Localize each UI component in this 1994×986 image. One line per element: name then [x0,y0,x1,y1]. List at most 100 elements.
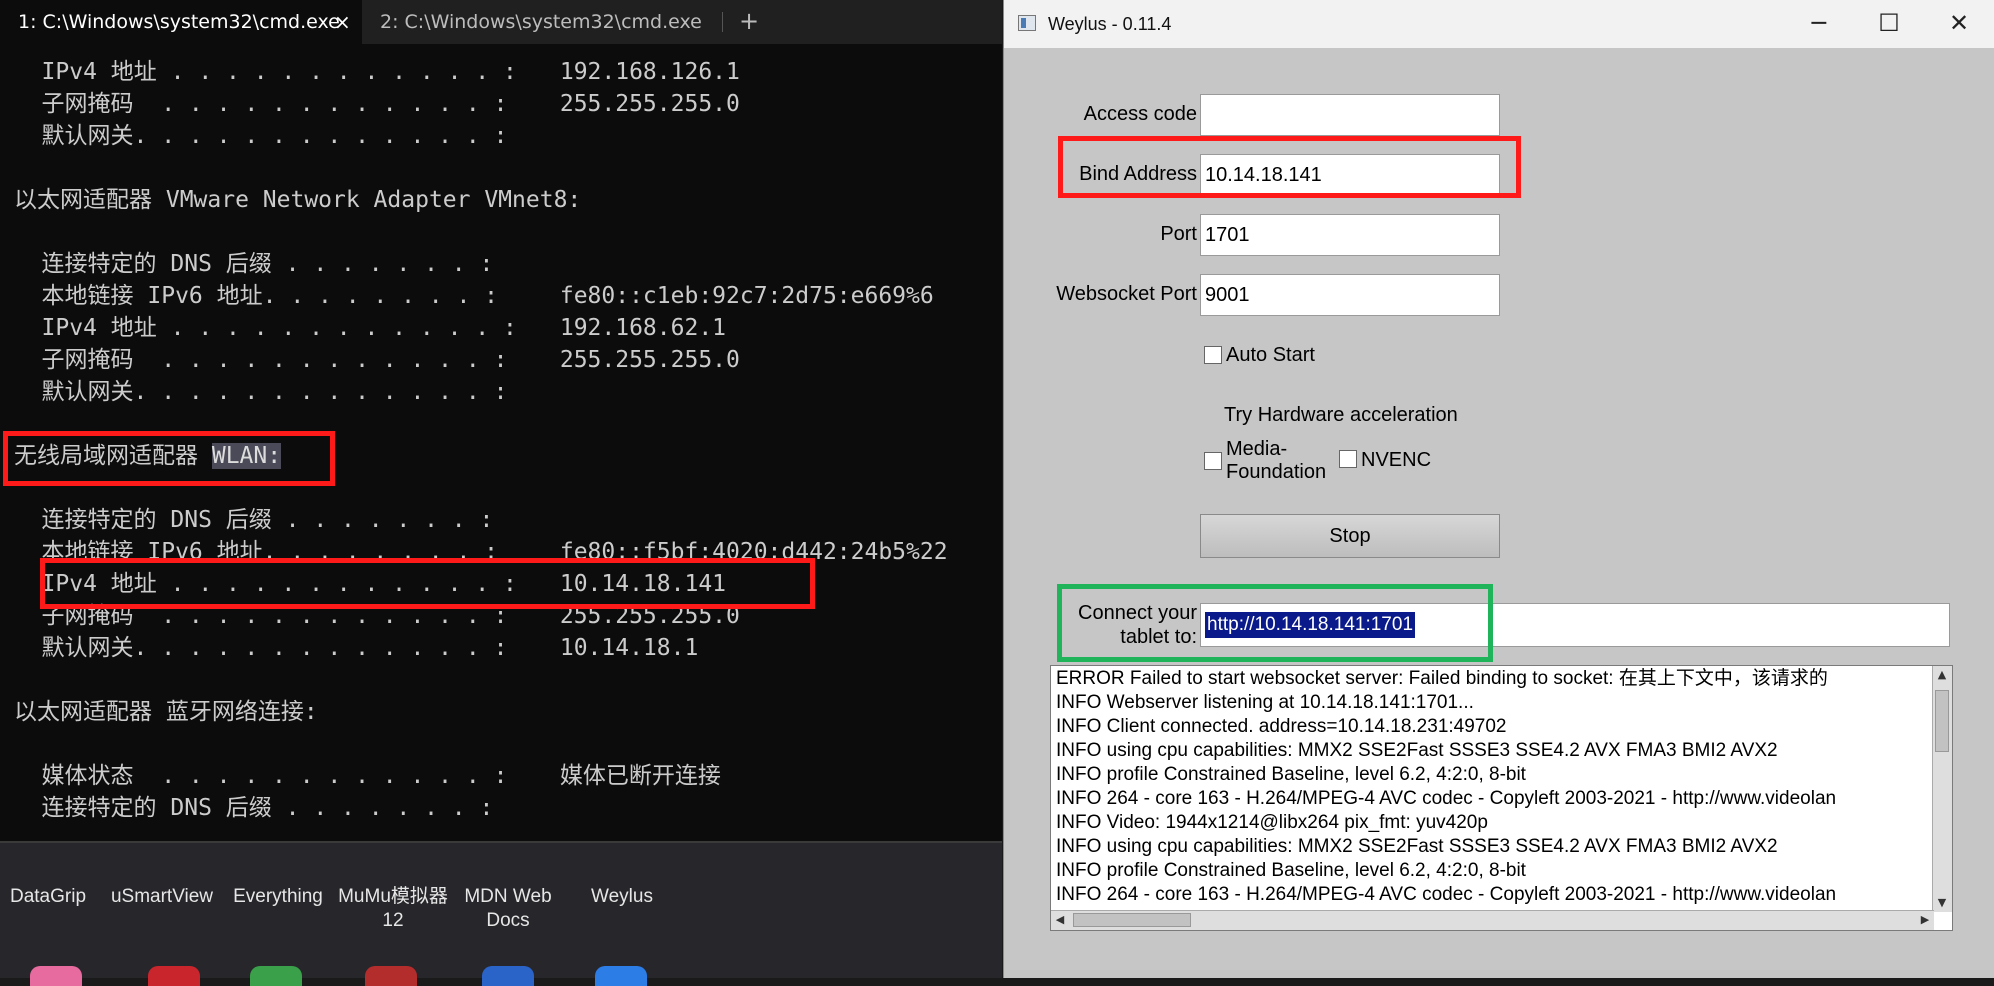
log-line: INFO using cpu capabilities: MMX2 SSE2Fa… [1056,740,1778,761]
scroll-right-icon[interactable]: ▶ [1916,911,1934,929]
media-foundation-checkbox[interactable] [1204,452,1222,470]
auto-start-checkbox[interactable] [1204,346,1222,364]
log-line: INFO using cpu capabilities: MMX2 SSE2Fa… [1056,836,1778,857]
hw-accel-title: Try Hardware acceleration [1224,404,1458,426]
terminal-field-value: 255.255.255.0 [546,347,740,373]
terminal-field-value: 媒体已断开连接 [546,763,721,789]
log-line: INFO profile Constrained Baseline, level… [1056,860,1526,881]
terminal-line: 媒体状态 . . . . . . . . . . . . : 媒体已断开连接 [0,760,721,792]
log-line: INFO 264 - core 163 - H.264/MPEG-4 AVC c… [1056,884,1837,905]
terminal-field-label: IPv4 地址 . . . . . . . . . . . . : [0,59,517,85]
terminal-heading: 以太网适配器 蓝牙网络连接: [14,699,318,725]
terminal-line: 默认网关. . . . . . . . . . . . . : [0,120,546,152]
terminal-field-value: fe80::c1eb:92c7:2d75:e669%6 [546,283,934,309]
tab-close-icon[interactable]: × [334,0,351,44]
terminal-field-value: 255.255.255.0 [546,91,740,117]
terminal-field-label: 子网掩码 . . . . . . . . . . . . : [0,347,508,373]
terminal-line: 以太网适配器 蓝牙网络连接: [0,696,318,728]
port-label: Port [1160,223,1197,245]
terminal-line: 子网掩码 . . . . . . . . . . . . : 255.255.2… [0,344,740,376]
log-line: ERROR Failed to start websocket server: … [1056,668,1828,689]
nvenc-label: NVENC [1361,449,1432,471]
stop-button[interactable]: Stop [1200,514,1500,558]
terminal-field-label: 连接特定的 DNS 后缀 . . . . . . . : [0,251,494,277]
log-lines: ERROR Failed to start websocket server: … [1056,667,1926,907]
terminal-window: 1: C:\Windows\system32\cmd.exe × 2: C:\W… [0,0,1002,843]
access-code-label: Access code [1083,103,1197,125]
terminal-line: 连接特定的 DNS 后缀 . . . . . . . : [0,792,546,824]
websocket-port-label: Websocket Port [1056,283,1197,305]
terminal-line: 默认网关. . . . . . . . . . . . . : [0,376,546,408]
terminal-field-label: 默认网关. . . . . . . . . . . . . : [0,123,508,149]
tab-1-label: 1: C:\Windows\system32\cmd.exe [18,11,340,33]
shortcut-usmartview[interactable]: uSmartView [107,885,217,909]
window-title: Weylus - 0.11.4 [1048,14,1172,34]
terminal-field-label: 连接特定的 DNS 后缀 . . . . . . . : [0,507,494,533]
terminal-field-label: 本地链接 IPv6 地址. . . . . . . . : [0,283,499,309]
terminal-tab-1[interactable]: 1: C:\Windows\system32\cmd.exe × [0,0,362,44]
app-icon [1018,15,1036,31]
auto-start-label: Auto Start [1226,344,1315,366]
annotation-box-bind-address [1058,136,1521,198]
log-vertical-scrollbar[interactable]: ▲ ▼ [1932,666,1952,912]
websocket-port-input[interactable]: 9001 [1200,274,1500,316]
maximize-icon[interactable]: ☐ [1854,0,1924,48]
terminal-tab-bar: 1: C:\Windows\system32\cmd.exe × 2: C:\W… [0,0,1002,44]
terminal-line: 本地链接 IPv6 地址. . . . . . . . : fe80::c1eb… [0,280,934,312]
terminal-line: 以太网适配器 VMware Network Adapter VMnet8: [0,184,581,216]
media-foundation-label-1: Media- [1226,438,1288,460]
taskbar-app-icon[interactable] [148,966,200,986]
taskbar-app-icon[interactable] [365,966,417,986]
log-line: INFO Webserver listening at 10.14.18.141… [1056,692,1474,713]
log-line: INFO Client connected. address=10.14.18.… [1056,716,1507,737]
terminal-line: 默认网关. . . . . . . . . . . . . : 10.14.18… [0,632,699,664]
log-line: INFO profile Constrained Baseline, level… [1056,764,1526,785]
port-input[interactable]: 1701 [1200,214,1500,256]
terminal-tab-2[interactable]: 2: C:\Windows\system32\cmd.exe [362,0,722,44]
shortcut-mdn-web-docs[interactable]: MDN Web Docs [453,885,563,933]
terminal-field-value: 192.168.126.1 [546,59,740,85]
terminal-line: 子网掩码 . . . . . . . . . . . . : 255.255.2… [0,88,740,120]
taskbar-app-icon[interactable] [595,966,647,986]
scroll-left-icon[interactable]: ◀ [1051,911,1069,929]
access-code-input[interactable] [1200,94,1500,136]
tab-2-label: 2: C:\Windows\system32\cmd.exe [380,11,702,33]
annotation-box-connect-url [1057,584,1493,662]
terminal-field-label: 媒体状态 . . . . . . . . . . . . : [0,763,508,789]
log-horizontal-scroll-thumb[interactable] [1073,913,1191,927]
new-tab-icon[interactable]: + [734,0,764,44]
terminal-field-label: 默认网关. . . . . . . . . . . . . : [0,379,508,405]
shortcut-mumu[interactable]: MuMu模拟器12 [338,885,448,933]
terminal-field-label: 默认网关. . . . . . . . . . . . . : [0,635,508,661]
terminal-line: 连接特定的 DNS 后缀 . . . . . . . : [0,248,546,280]
shortcut-datagrip[interactable]: DataGrip [0,885,103,909]
weylus-window: Weylus - 0.11.4 ─ ☐ ✕ Access code Bind A… [1003,0,1994,978]
terminal-field-label: IPv4 地址 . . . . . . . . . . . . : [0,315,517,341]
minimize-icon[interactable]: ─ [1784,0,1854,48]
taskbar-app-icon[interactable] [482,966,534,986]
log-horizontal-scrollbar[interactable]: ◀ ▶ [1051,910,1934,930]
log-vertical-scroll-thumb[interactable] [1935,690,1949,752]
taskbar-app-icon[interactable] [30,966,82,986]
terminal-field-value: 192.168.62.1 [546,315,727,341]
media-foundation-label-2: Foundation [1226,461,1327,483]
log-line: INFO 264 - core 163 - H.264/MPEG-4 AVC c… [1056,788,1837,809]
terminal-heading: 以太网适配器 VMware Network Adapter VMnet8: [14,187,582,213]
terminal-line: 连接特定的 DNS 后缀 . . . . . . . : [0,504,546,536]
terminal-line: IPv4 地址 . . . . . . . . . . . . : 192.16… [0,312,726,344]
terminal-field-value: 10.14.18.1 [546,635,699,661]
shortcut-everything[interactable]: Everything [223,885,333,909]
weylus-title-bar[interactable]: Weylus - 0.11.4 ─ ☐ ✕ [1004,0,1994,48]
terminal-field-label: 连接特定的 DNS 后缀 . . . . . . . : [0,795,494,821]
tab-separator [722,12,723,32]
nvenc-checkbox[interactable] [1339,450,1357,468]
close-icon[interactable]: ✕ [1924,0,1994,48]
terminal-line: IPv4 地址 . . . . . . . . . . . . : 192.16… [0,56,740,88]
log-output[interactable]: ERROR Failed to start websocket server: … [1050,665,1953,931]
scroll-down-icon[interactable]: ▼ [1933,894,1951,912]
annotation-box-ipv4 [40,558,815,609]
log-line: INFO Video: 1944x1214@libx264 pix_fmt: y… [1056,812,1488,833]
taskbar-app-icon[interactable] [250,966,302,986]
shortcut-weylus[interactable]: Weylus [567,885,677,909]
scroll-up-icon[interactable]: ▲ [1933,666,1951,684]
